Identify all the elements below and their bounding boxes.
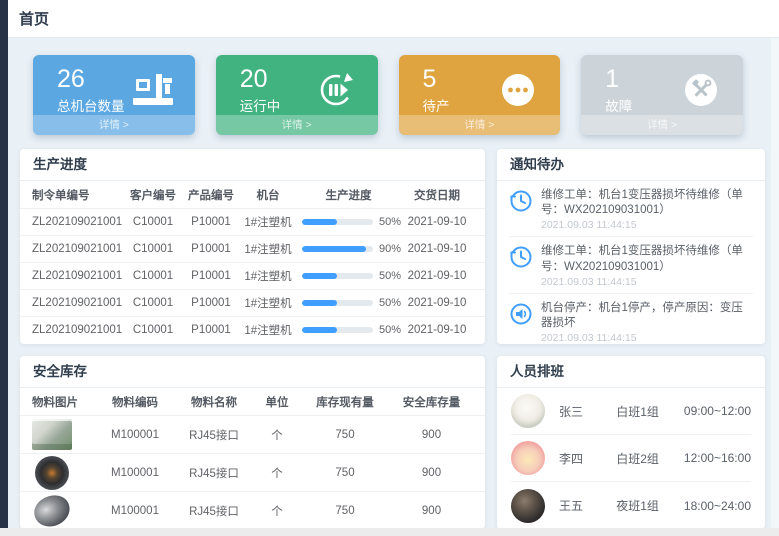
- production-row[interactable]: ZL202109021001 C10001 P10001 1#注塑机 50% 2…: [20, 262, 485, 289]
- fault-detail-link[interactable]: 详情 >: [581, 115, 743, 135]
- fault-label: 故障: [605, 95, 632, 115]
- running-label: 运行中: [240, 95, 281, 115]
- inventory-row[interactable]: M100001 RJ45接口 个 750 900: [20, 453, 485, 491]
- col-safety-qty: 安全库存量: [390, 394, 473, 410]
- col-date: 交货日期: [401, 187, 473, 203]
- staff-name: 王五: [559, 497, 616, 514]
- staff-row[interactable]: 王五 夜班1组 18:00~24:00: [511, 482, 751, 529]
- staff-time: 12:00~16:00: [684, 451, 751, 465]
- notification-text: 维修工单：机台1变压器损坏待维修（单号：WX202109031001）: [541, 244, 753, 274]
- col-product: 产品编号: [182, 187, 240, 203]
- progress-bar: 50%: [296, 324, 401, 336]
- stat-card-fault[interactable]: 1 故障: [581, 55, 743, 135]
- safety-inventory-title: 安全库存: [20, 356, 485, 388]
- clock-icon: [509, 189, 533, 213]
- dashboard-screen: 首页 26 总机台数量: [0, 0, 779, 536]
- inventory-table-header: 物料图片 物料编码 物料名称 单位 库存现有量 安全库存量: [20, 388, 485, 415]
- collapsed-sidebar-edge: [0, 0, 8, 528]
- production-table-header: 制令单编号 客户编号 产品编号 机台 生产进度 交货日期: [20, 181, 485, 208]
- fault-value: 1: [605, 66, 632, 92]
- machine-icon: [131, 70, 175, 110]
- stat-card-total-machines[interactable]: 26 总机台数量: [33, 55, 195, 135]
- notification-time: 2021.09.03 11:44:15: [541, 332, 753, 344]
- bottom-edge-bar: [0, 528, 779, 536]
- production-row[interactable]: ZL202109021001 C10001 P10001 1#注塑机 50% 2…: [20, 208, 485, 235]
- stat-card-waiting[interactable]: 5 待产 详情 >: [399, 55, 561, 135]
- inventory-row[interactable]: M100001 RJ45接口 个 750 900: [20, 491, 485, 529]
- total-machines-detail-link[interactable]: 详情 >: [33, 115, 195, 135]
- staff-shift: 夜班1组: [616, 497, 684, 514]
- ellipsis-icon: [496, 70, 540, 110]
- col-order-no: 制令单编号: [32, 187, 124, 203]
- col-stock-qty: 库存现有量: [300, 394, 390, 410]
- stat-card-running[interactable]: 20 运行中 详情 >: [216, 55, 378, 135]
- inventory-row[interactable]: M100001 RJ45接口 个 750 900: [20, 415, 485, 453]
- col-material-name: 物料名称: [174, 394, 254, 410]
- col-material-image: 物料图片: [32, 394, 96, 410]
- progress-bar: 50%: [296, 297, 401, 309]
- col-machine: 机台: [240, 187, 296, 203]
- production-row[interactable]: ZL202109021001 C10001 P10001 1#注塑机 50% 2…: [20, 289, 485, 316]
- staff-time: 09:00~12:00: [684, 404, 751, 418]
- scrollbar-track[interactable]: [771, 38, 779, 528]
- production-progress-panel: 生产进度 制令单编号 客户编号 产品编号 机台 生产进度 交货日期 ZL2021…: [20, 149, 485, 344]
- notification-text: 维修工单：机台1变压器损坏待维修（单号：WX202109031001）: [541, 188, 753, 218]
- total-machines-value: 26: [57, 66, 125, 92]
- rj45-connector-image: [32, 419, 72, 450]
- cone-speaker-image: [30, 491, 74, 529]
- progress-bar: 50%: [296, 270, 401, 282]
- col-customer: 客户编号: [124, 187, 182, 203]
- stat-cards-row: 26 总机台数量: [33, 55, 743, 135]
- main-area: 首页 26 总机台数量: [8, 0, 779, 528]
- col-unit: 单位: [254, 394, 300, 410]
- production-progress-title: 生产进度: [20, 149, 485, 181]
- waiting-detail-link[interactable]: 详情 >: [399, 115, 561, 135]
- progress-bar: 90%: [296, 243, 401, 255]
- production-row[interactable]: ZL202109021001 C10001 P10001 1#注塑机 90% 2…: [20, 235, 485, 262]
- running-detail-link[interactable]: 详情 >: [216, 115, 378, 135]
- notification-item[interactable]: 维修工单：机台1变压器损坏待维修（单号：WX202109031001） 2021…: [509, 181, 753, 237]
- page-title: 首页: [19, 8, 49, 29]
- waiting-value: 5: [423, 66, 450, 92]
- safety-inventory-panel: 安全库存 物料图片 物料编码 物料名称 单位 库存现有量 安全库存量 M1000…: [20, 356, 485, 529]
- waiting-label: 待产: [423, 95, 450, 115]
- clock-icon: [509, 245, 533, 269]
- tools-icon: [679, 70, 723, 110]
- staff-name: 张三: [559, 403, 616, 420]
- running-value: 20: [240, 66, 281, 92]
- speaker-icon: [509, 302, 533, 326]
- avatar: [511, 489, 545, 523]
- total-machines-label: 总机台数量: [57, 95, 125, 115]
- staff-row[interactable]: 张三 白班1组 09:00~12:00: [511, 388, 751, 435]
- round-speaker-image: [35, 456, 69, 490]
- notification-time: 2021.09.03 11:44:15: [541, 276, 753, 288]
- staff-shift: 白班1组: [616, 403, 684, 420]
- progress-bar: 50%: [296, 216, 401, 228]
- production-row[interactable]: ZL202109021001 C10001 P10001 1#注塑机 50% 2…: [20, 316, 485, 343]
- personnel-schedule-title: 人员排班: [497, 356, 765, 388]
- staff-time: 18:00~24:00: [684, 499, 751, 513]
- avatar: [511, 441, 545, 475]
- notifications-title: 通知待办: [497, 149, 765, 181]
- staff-shift: 白班2组: [616, 450, 684, 467]
- col-material-code: 物料编码: [96, 394, 174, 410]
- notification-time: 2021.09.03 11:44:15: [541, 219, 753, 231]
- notification-text: 机台停产：机台1停产，停产原因：变压器损坏: [541, 301, 753, 331]
- col-progress: 生产进度: [296, 187, 401, 203]
- staff-name: 李四: [559, 450, 616, 467]
- page-header: 首页: [8, 0, 779, 38]
- personnel-schedule-panel: 人员排班 张三 白班1组 09:00~12:00 李四 白班2组 1: [497, 356, 765, 529]
- avatar: [511, 394, 545, 428]
- staff-row[interactable]: 李四 白班2组 12:00~16:00: [511, 435, 751, 482]
- cycle-icon: [314, 70, 358, 110]
- notification-item[interactable]: 维修工单：机台1变压器损坏待维修（单号：WX202109031001） 2021…: [509, 237, 753, 293]
- content-area: 26 总机台数量: [8, 38, 779, 529]
- notification-item[interactable]: 机台停产：机台1停产，停产原因：变压器损坏 2021.09.03 11:44:1…: [509, 294, 753, 344]
- notifications-panel: 通知待办: [497, 149, 765, 344]
